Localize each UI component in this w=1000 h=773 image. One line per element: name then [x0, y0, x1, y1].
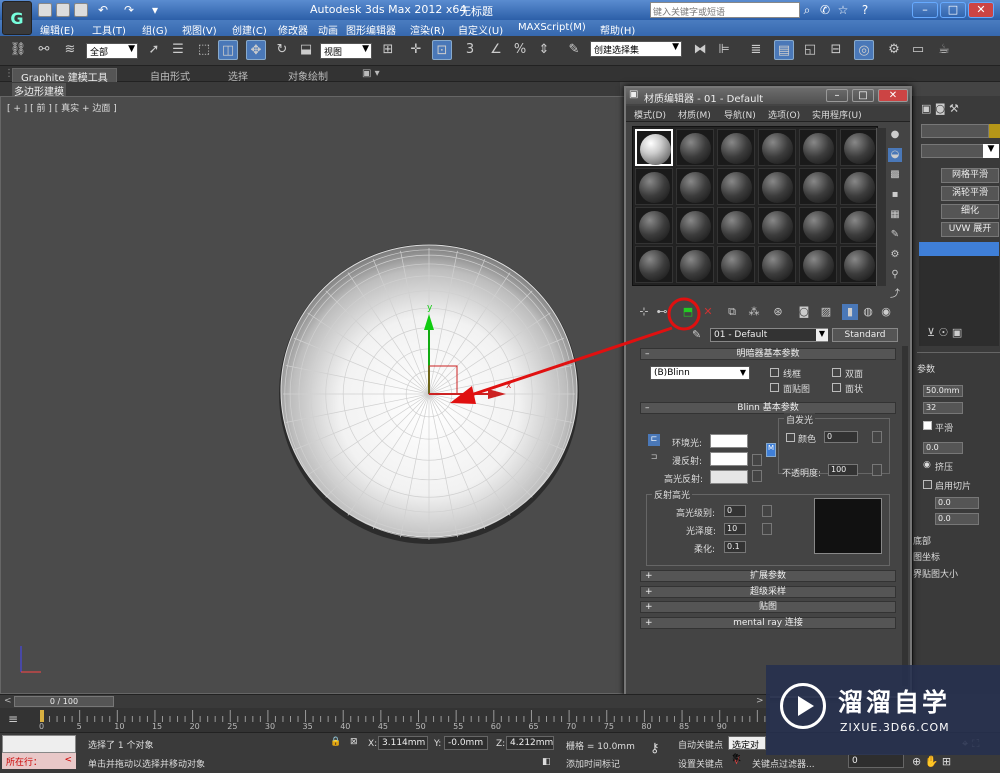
annotation-layer [450, 297, 701, 404]
annotation-arrow-line [461, 326, 673, 400]
annotation-arrow-head [450, 386, 476, 404]
annotation-circle [667, 297, 701, 331]
